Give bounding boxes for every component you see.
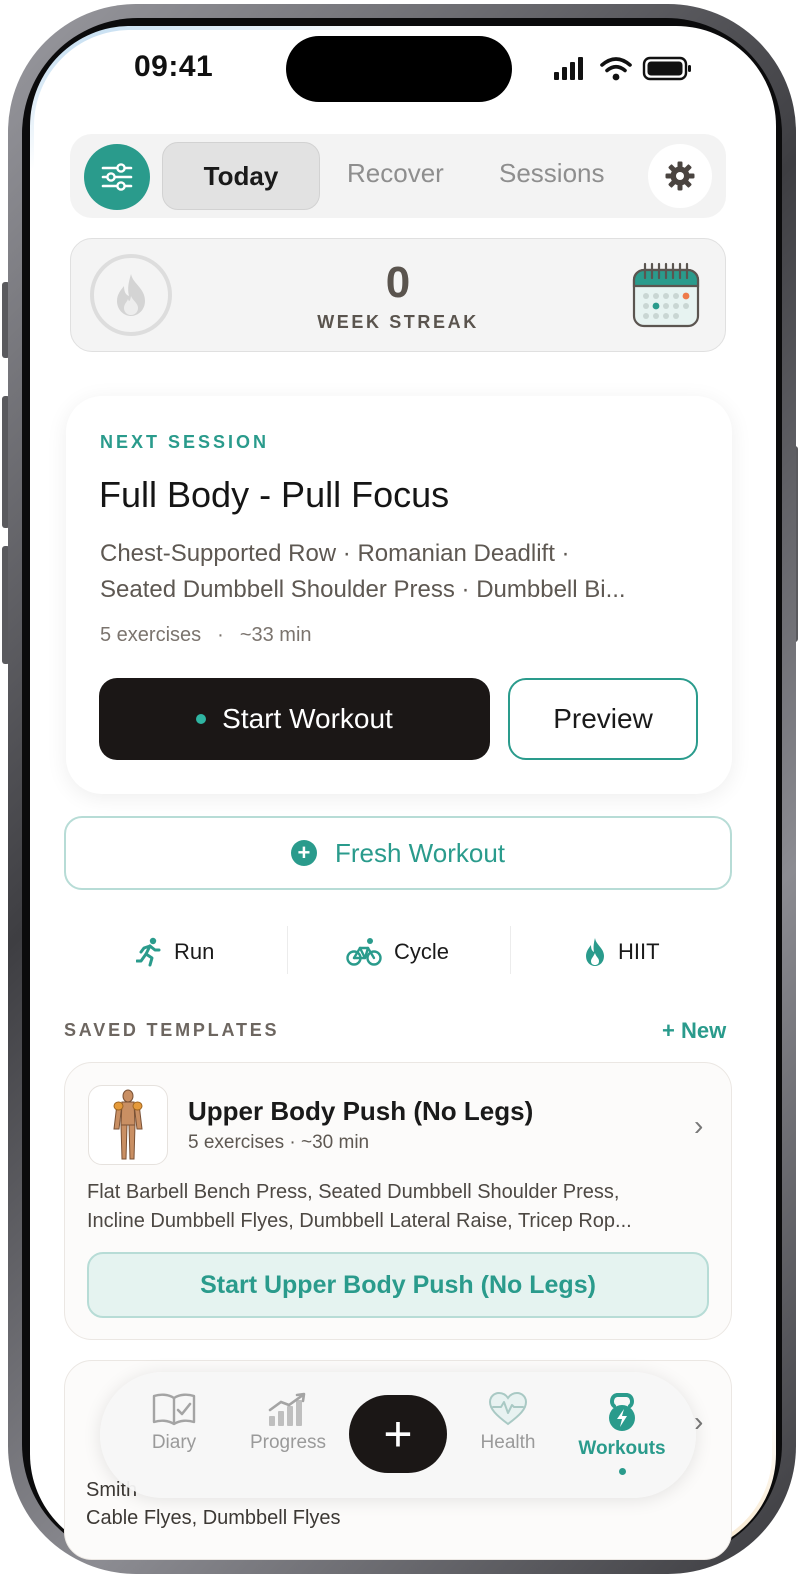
- heart-pulse-icon: [488, 1392, 528, 1426]
- tab-label: Diary: [151, 1432, 197, 1453]
- activity-run[interactable]: Run: [136, 930, 214, 974]
- template-thumbnail: [88, 1085, 168, 1165]
- status-dot: [196, 714, 207, 724]
- filter-button[interactable]: [84, 144, 150, 210]
- tab-label: Health: [480, 1432, 536, 1453]
- kettlebell-icon: [609, 1393, 635, 1431]
- flame-icon: [117, 274, 145, 316]
- muscle-figure-icon: [113, 1089, 143, 1160]
- gear-icon: [665, 161, 695, 191]
- tab-diary[interactable]: Diary: [124, 1392, 224, 1454]
- settings-button[interactable]: [648, 144, 712, 208]
- tab-today[interactable]: Today: [162, 142, 320, 210]
- activity-hiit[interactable]: HIIT: [584, 930, 660, 974]
- calendar-icon[interactable]: [632, 262, 700, 328]
- streak-count: 0: [385, 258, 411, 307]
- status-time: 09:41: [134, 50, 214, 83]
- status-icons: [552, 54, 692, 84]
- wifi-icon: [600, 57, 632, 73]
- preview-button[interactable]: Preview: [508, 678, 698, 760]
- start-template-button[interactable]: Start Upper Body Push (No Legs): [87, 1252, 709, 1318]
- streak-flame-badge: [90, 254, 172, 336]
- exercise-line: Seated Dumbbell Shoulder Press · Dumbbel…: [100, 576, 626, 603]
- template-title: Upper Body Push (No Legs): [188, 1096, 534, 1126]
- session-duration: ~33 min: [239, 624, 312, 646]
- signal-icon: [554, 57, 583, 80]
- activity-label: Cycle: [394, 939, 450, 964]
- next-session-meta: 5 exercises · ~33 min: [100, 624, 312, 647]
- flame-icon: [586, 938, 604, 966]
- meta-separator: ·: [217, 624, 224, 646]
- running-icon: [136, 937, 161, 967]
- tab-label: Workouts: [578, 1438, 666, 1459]
- exercise-line: Incline Dumbbell Flyes, Dumbbell Lateral…: [87, 1210, 632, 1232]
- divider: [287, 926, 288, 974]
- active-tab-indicator: [619, 1468, 626, 1475]
- next-session-label: NEXT SESSION: [100, 432, 270, 452]
- tab-label: Progress: [249, 1432, 327, 1453]
- tab-health[interactable]: Health: [458, 1392, 558, 1454]
- activity-cycle[interactable]: Cycle: [346, 930, 449, 974]
- activity-label: Run: [174, 939, 215, 964]
- tab-workouts[interactable]: Workouts: [572, 1392, 672, 1460]
- streak-label: WEEK STREAK: [317, 312, 479, 332]
- next-session-title: Full Body - Pull Focus: [99, 474, 450, 515]
- new-template-button[interactable]: + New: [662, 1018, 726, 1044]
- tab-sessions[interactable]: Sessions: [499, 158, 605, 189]
- template-meta: 5 exercises · ~30 min: [188, 1132, 370, 1153]
- add-button[interactable]: +: [349, 1395, 447, 1473]
- exercise-line: Chest-Supported Row · Romanian Deadlift …: [100, 540, 570, 567]
- tab-progress[interactable]: Progress: [238, 1392, 338, 1454]
- book-icon: [152, 1393, 196, 1426]
- exercise-line: Flat Barbell Bench Press, Seated Dumbbel…: [87, 1181, 620, 1203]
- tab-recover[interactable]: Recover: [347, 158, 444, 189]
- activity-label: HIIT: [618, 939, 660, 964]
- divider: [510, 926, 511, 974]
- cycling-icon: [346, 938, 382, 966]
- chevron-right-icon[interactable]: ›: [694, 1110, 703, 1142]
- fresh-workout-button[interactable]: + Fresh Workout: [64, 816, 732, 890]
- plus-circle-icon: +: [290, 840, 317, 866]
- dynamic-island: [286, 36, 512, 102]
- exercise-line: Cable Flyes, Dumbbell Flyes: [86, 1507, 341, 1529]
- start-workout-button[interactable]: Start Workout: [99, 678, 490, 760]
- start-workout-label: Start Workout: [222, 703, 393, 734]
- sliders-icon: [101, 163, 133, 191]
- fresh-workout-label: Fresh Workout: [334, 837, 505, 868]
- saved-templates-heading: SAVED TEMPLATES: [64, 1020, 280, 1040]
- next-session-exercises: Chest-Supported Row · Romanian Deadlift …: [100, 536, 700, 608]
- chart-up-icon: [268, 1392, 306, 1426]
- exercise-count: 5 exercises: [100, 624, 202, 646]
- battery-icon: [642, 56, 691, 81]
- template-exercises: Flat Barbell Bench Press, Seated Dumbbel…: [87, 1178, 707, 1236]
